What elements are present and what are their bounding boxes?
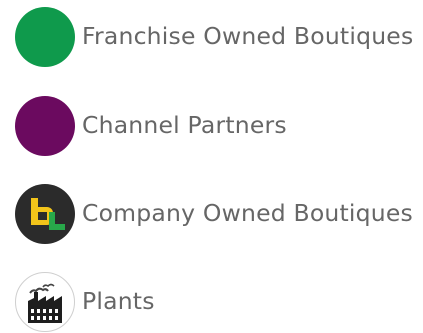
green-circle-icon xyxy=(15,7,75,67)
legend-item-company-owned-boutiques: Company Owned Boutiques xyxy=(15,184,413,244)
legend-item-channel-partners: Channel Partners xyxy=(15,96,287,156)
purple-circle-icon xyxy=(15,96,75,156)
legend-item-label: Channel Partners xyxy=(82,111,287,140)
legend-item-plants: Plants xyxy=(15,272,155,332)
map-legend: Franchise Owned Boutiques Channel Partne… xyxy=(0,0,423,332)
legend-item-label: Company Owned Boutiques xyxy=(82,199,413,228)
legend-item-label: Plants xyxy=(82,287,155,316)
legend-item-label: Franchise Owned Boutiques xyxy=(82,22,414,51)
legend-item-franchise-owned-boutiques: Franchise Owned Boutiques xyxy=(15,7,413,67)
bl-logo-icon xyxy=(15,184,75,244)
factory-icon xyxy=(15,272,75,332)
